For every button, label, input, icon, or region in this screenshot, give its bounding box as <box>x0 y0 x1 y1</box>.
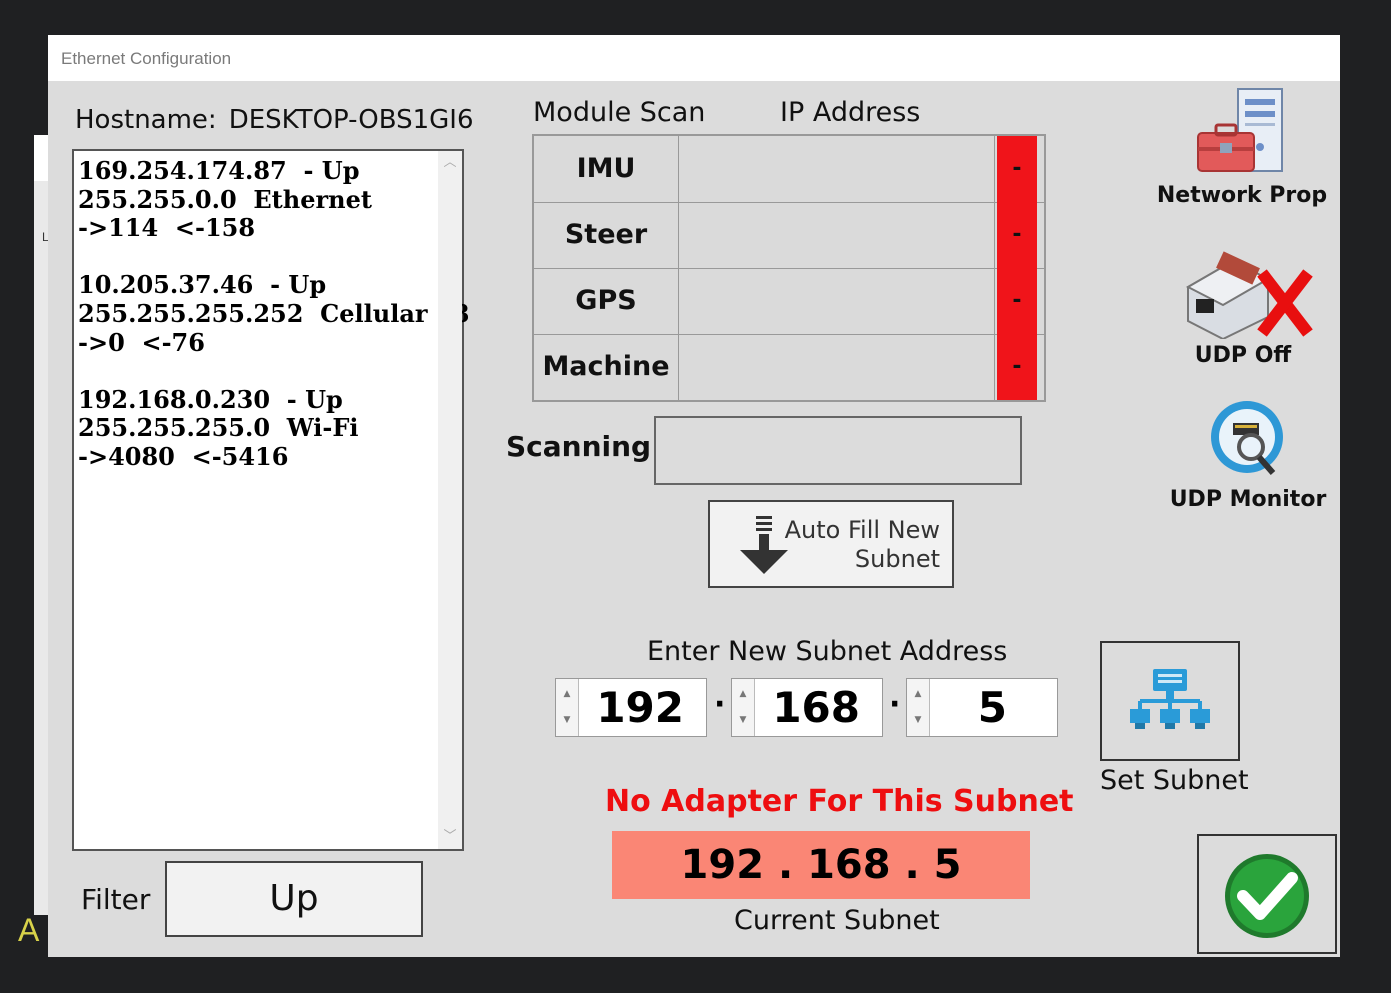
stepper-up-icon[interactable]: ▲ <box>560 687 574 701</box>
interface-list[interactable]: 169.254.174.87 - Up 255.255.0.0 Ethernet -… <box>72 149 470 851</box>
interface-list-content: 169.254.174.87 - Up 255.255.0.0 Ethernet -… <box>78 156 470 500</box>
module-name: GPS <box>534 268 679 334</box>
scanning-label: Scanning <box>506 430 652 463</box>
interface-line: 255.255.255.0 Wi-Fi <box>78 413 359 443</box>
module-scan-header: Module Scan <box>533 97 706 128</box>
interface-entry[interactable]: 169.254.174.87 - Up 255.255.0.0 Ethernet -… <box>78 156 438 243</box>
stepper-down-icon[interactable]: ▼ <box>560 713 574 727</box>
module-name: Steer <box>534 202 679 268</box>
module-name: IMU <box>534 136 679 202</box>
network-hierarchy-icon <box>1130 669 1210 729</box>
module-ip <box>679 202 995 268</box>
interface-line: 192.168.0.230 - Up <box>78 384 343 414</box>
ok-button[interactable] <box>1197 834 1337 954</box>
module-status: - <box>997 268 1037 334</box>
interface-line: ->0 <-76 <box>78 327 205 357</box>
module-row-machine: Machine - <box>534 334 1044 400</box>
module-status: - <box>997 202 1037 268</box>
subnet-octet1-stepper[interactable]: ▲ ▼ 192 <box>555 678 707 737</box>
interface-line: ->114 <-158 <box>78 213 256 243</box>
stepper-buttons: ▲ ▼ <box>907 679 930 736</box>
module-ip <box>679 268 995 334</box>
udp-off-button[interactable]: UDP Off <box>1158 247 1328 368</box>
udp-off-label: UDP Off <box>1194 343 1292 368</box>
current-subnet-value: 192 . 168 . 5 <box>612 831 1030 899</box>
download-arrow-icon <box>740 516 788 574</box>
interface-line: ->4080 <-5416 <box>78 441 289 471</box>
network-prop-label: Network Prop <box>1156 183 1328 208</box>
interface-entry[interactable]: 10.205.37.46 - Up 255.255.255.252 Cellula… <box>78 270 470 357</box>
subnet-octet3-value[interactable]: 5 <box>929 679 1007 736</box>
udp-monitor-label: UDP Monitor <box>1169 487 1327 512</box>
auto-fill-subnet-button[interactable]: Auto Fill New Subnet <box>708 500 954 588</box>
set-subnet-label: Set Subnet <box>1100 765 1249 796</box>
module-row-imu: IMU - <box>534 136 1044 203</box>
module-scan-grid: IMU - Steer - GPS - Machine - <box>532 134 1046 402</box>
checkmark-icon <box>1225 854 1309 938</box>
subnet-entry-label: Enter New Subnet Address <box>647 636 1008 667</box>
ethernet-config-window: Ethernet Configuration Hostname: DESKTOP-… <box>48 35 1340 957</box>
set-subnet-button[interactable] <box>1100 641 1240 761</box>
hostname-label: Hostname: <box>75 105 217 135</box>
title-bar: Ethernet Configuration <box>48 35 1340 81</box>
module-status: - <box>997 334 1037 400</box>
interface-entry[interactable]: 192.168.0.230 - Up 255.255.255.0 Wi-Fi ->4… <box>78 384 438 472</box>
filter-label: Filter <box>81 883 151 916</box>
stepper-up-icon[interactable]: ▲ <box>736 687 750 701</box>
module-row-steer: Steer - <box>534 202 1044 269</box>
ip-address-header: IP Address <box>780 97 921 128</box>
auto-fill-line2: Subnet <box>854 545 940 573</box>
interface-list-scrollbar[interactable]: ︿ ﹀ <box>438 151 462 849</box>
window-title: Ethernet Configuration <box>61 49 232 68</box>
octet-separator: · <box>714 687 726 722</box>
stepper-up-icon[interactable]: ▲ <box>911 687 925 701</box>
interface-line: 169.254.174.87 - Up <box>78 156 360 185</box>
subnet-octet2-stepper[interactable]: ▲ ▼ 168 <box>731 678 883 737</box>
octet-separator: · <box>889 687 901 722</box>
network-prop-button[interactable]: Network Prop <box>1152 87 1332 208</box>
scroll-down-icon[interactable]: ﹀ <box>442 829 458 845</box>
module-row-gps: GPS - <box>534 268 1044 335</box>
stepper-down-icon[interactable]: ▼ <box>736 713 750 727</box>
subnet-octet3-stepper[interactable]: ▲ ▼ 5 <box>906 678 1058 737</box>
stepper-buttons: ▲ ▼ <box>732 679 755 736</box>
subnet-status-message: No Adapter For This Subnet <box>605 784 1074 819</box>
module-ip <box>679 334 995 400</box>
scroll-up-icon[interactable]: ︿ <box>442 155 458 171</box>
subnet-octet1-value[interactable]: 192 <box>578 679 684 736</box>
stepper-down-icon[interactable]: ▼ <box>911 713 925 727</box>
subnet-octet2-value[interactable]: 168 <box>754 679 860 736</box>
current-subnet-label: Current Subnet <box>734 905 940 936</box>
module-status: - <box>997 136 1037 202</box>
udp-off-icon <box>1185 251 1313 341</box>
udp-monitor-icon <box>1211 401 1283 475</box>
filter-button[interactable]: Up <box>165 861 423 937</box>
stepper-buttons: ▲ ▼ <box>556 679 579 736</box>
hostname-value: DESKTOP-OBS1GI6 <box>228 105 474 135</box>
interface-line: 255.255.255.252 Cellular 18 <box>78 298 470 328</box>
auto-fill-label: Auto Fill New Subnet <box>785 516 940 574</box>
network-properties-icon <box>1197 88 1283 172</box>
module-name: Machine <box>534 334 679 400</box>
scanning-field <box>654 416 1022 485</box>
module-ip <box>679 136 995 202</box>
hostname: Hostname: DESKTOP-OBS1GI6 <box>75 105 474 135</box>
background-letter: A <box>18 912 40 948</box>
auto-fill-line1: Auto Fill New <box>784 516 940 544</box>
udp-monitor-button[interactable]: UDP Monitor <box>1163 397 1333 512</box>
interface-line: 255.255.0.0 Ethernet <box>78 184 372 214</box>
interface-line: 10.205.37.46 - Up <box>78 270 327 300</box>
